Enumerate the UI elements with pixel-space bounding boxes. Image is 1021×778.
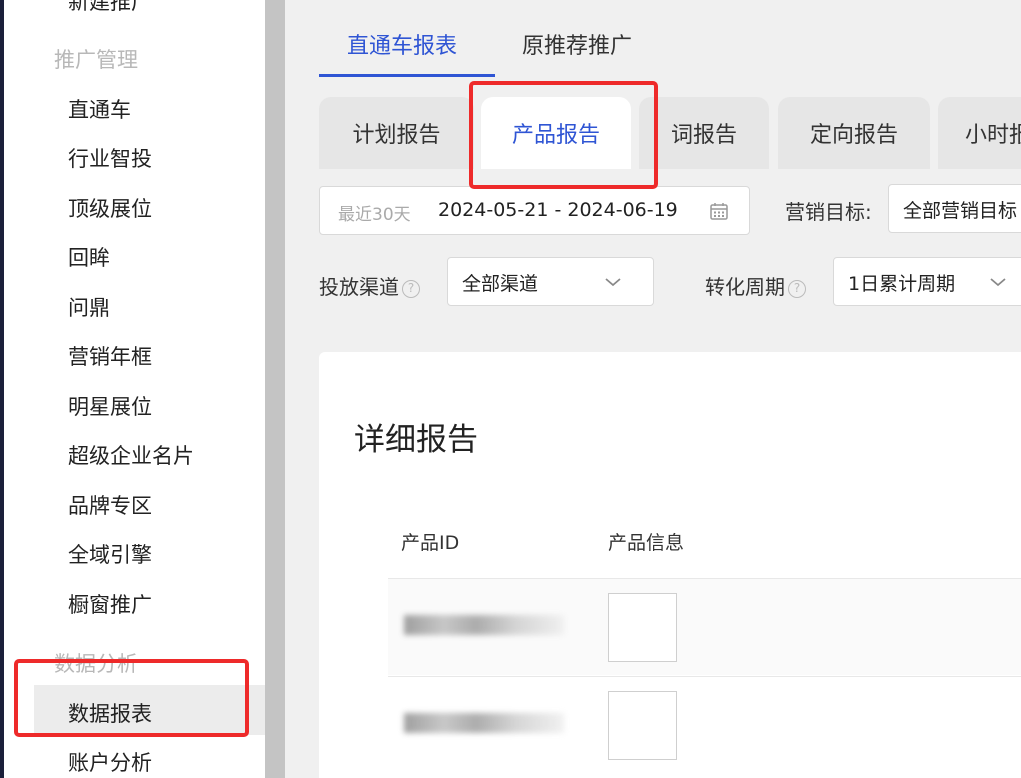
sidebar-item-data-report[interactable]: 数据报表: [68, 698, 152, 728]
date-range-value: 2024-05-21 - 2024-06-19: [438, 199, 678, 221]
active-tab-underline: [319, 74, 495, 77]
column-header-product-info: 产品信息: [608, 532, 685, 554]
sidebar-item-top-booth[interactable]: 顶级展位: [68, 193, 152, 223]
calendar-icon[interactable]: [709, 201, 729, 221]
sidebar-group-data-analysis: 数据分析: [54, 652, 138, 676]
main-content: 直通车报表 原推荐推广 计划报告 产品报告 词报告 定向报告 小时报 最近30天…: [285, 0, 1021, 778]
sidebar-item-wending[interactable]: 问鼎: [68, 292, 110, 322]
app-root: 新建推广 推广管理 直通车 行业智投 顶级展位 回眸 问鼎 营销年框 明星展位 …: [0, 0, 1021, 778]
tab-plan-report[interactable]: 计划报告: [319, 97, 474, 169]
sidebar-group-promo-management: 推广管理: [54, 48, 138, 72]
sidebar-item-omni-engine[interactable]: 全域引擎: [68, 539, 152, 569]
channel-value: 全部渠道: [462, 273, 539, 295]
sidebar-item-new-promo[interactable]: 新建推广: [68, 0, 152, 16]
sidebar-item-huimou[interactable]: 回眸: [68, 242, 110, 272]
conversion-period-value: 1日累计周期: [848, 273, 956, 295]
sidebar-item-account-analysis[interactable]: 账户分析: [68, 747, 152, 777]
date-preset-label: 最近30天: [338, 205, 411, 225]
tab-hourly-report[interactable]: 小时报: [938, 97, 1021, 169]
chevron-down-icon: [990, 278, 1006, 287]
conversion-period-select[interactable]: 1日累计周期: [833, 257, 1021, 306]
conversion-label-wrap: 转化周期?: [705, 271, 806, 300]
table-row[interactable]: [388, 676, 1021, 773]
date-range-picker[interactable]: 最近30天 2024-05-21 - 2024-06-19: [319, 186, 750, 235]
sidebar-item-super-business-card[interactable]: 超级企业名片: [68, 440, 194, 470]
marketing-goal-select[interactable]: 全部营销目标: [888, 184, 1021, 233]
chevron-down-icon: [605, 278, 621, 287]
report-title: 详细报告: [354, 422, 478, 458]
table-row[interactable]: [388, 578, 1021, 675]
help-icon[interactable]: ?: [788, 279, 806, 298]
detailed-report-card: 详细报告 产品ID 产品信息: [319, 352, 1021, 778]
tab-through-train-report[interactable]: 直通车报表: [347, 28, 457, 60]
tab-product-report[interactable]: 产品报告: [481, 97, 631, 169]
sidebar-scrollbar[interactable]: [265, 0, 285, 778]
sidebar-item-industry-smart[interactable]: 行业智投: [68, 143, 152, 173]
tab-targeting-report[interactable]: 定向报告: [778, 97, 930, 169]
help-icon[interactable]: ?: [402, 279, 420, 298]
sidebar: 新建推广 推广管理 直通车 行业智投 顶级展位 回眸 问鼎 营销年框 明星展位 …: [4, 0, 265, 778]
marketing-goal-value: 全部营销目标: [903, 200, 1018, 222]
tab-original-recommend[interactable]: 原推荐推广: [522, 28, 632, 60]
conversion-label: 转化周期: [705, 275, 785, 299]
redaction-blur: [404, 713, 564, 733]
sidebar-item-brand-zone[interactable]: 品牌专区: [68, 490, 152, 520]
sidebar-item-annual-frame[interactable]: 营销年框: [68, 341, 152, 371]
product-thumbnail[interactable]: [608, 593, 677, 662]
product-thumbnail[interactable]: [608, 691, 677, 760]
sidebar-item-showcase[interactable]: 橱窗推广: [68, 589, 152, 619]
column-header-product-id: 产品ID: [401, 532, 460, 554]
marketing-goal-label: 营销目标:: [785, 200, 872, 224]
channel-label-wrap: 投放渠道?: [319, 271, 420, 300]
redaction-blur: [404, 615, 564, 635]
sidebar-item-star-booth[interactable]: 明星展位: [68, 391, 152, 421]
sidebar-item-through-train[interactable]: 直通车: [68, 94, 131, 124]
tab-keyword-report[interactable]: 词报告: [639, 97, 769, 169]
channel-label: 投放渠道: [319, 275, 399, 299]
channel-select[interactable]: 全部渠道: [447, 257, 654, 306]
